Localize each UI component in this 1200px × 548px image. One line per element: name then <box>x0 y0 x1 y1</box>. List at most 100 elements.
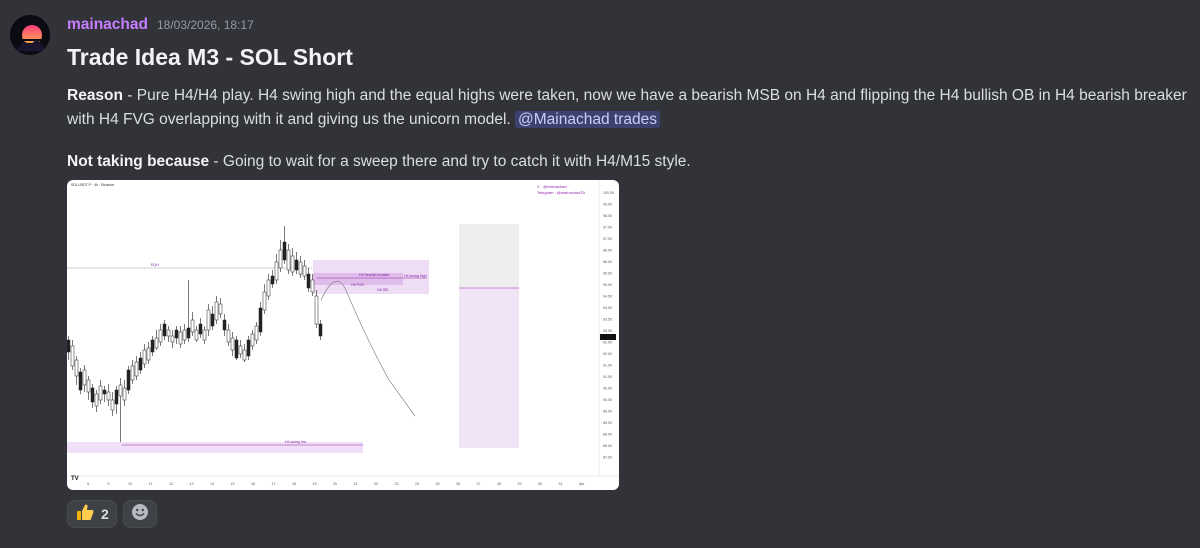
price-tick-label: 92.50 <box>603 341 612 345</box>
candle-body <box>94 393 99 407</box>
candle-body <box>246 339 251 357</box>
candle-body <box>298 261 303 275</box>
tradingview-logo: TV <box>71 476 79 482</box>
chart-layer: 100.00 99.50 98.00 97.50 97.00 96.50 96.00 95.5… <box>67 180 619 486</box>
candle-body <box>186 327 191 339</box>
watermark-handle: X : @mainachad <box>537 184 567 189</box>
candle-body <box>162 323 167 337</box>
time-tick-label: 16 <box>251 482 255 486</box>
candle-body <box>198 323 203 335</box>
candle-body <box>314 295 319 325</box>
candle-body <box>222 319 227 331</box>
time-tick-label: 30 <box>538 482 542 486</box>
price-tick-label: 94.00 <box>603 306 612 310</box>
candle-body <box>206 309 211 331</box>
candle-body <box>134 361 139 377</box>
price-tick-label: 93.00 <box>603 329 612 333</box>
price-tick-label: 93.50 <box>603 318 612 322</box>
candle-body <box>266 279 271 297</box>
candle-body <box>98 385 103 401</box>
time-tick-label: Apr <box>579 482 585 486</box>
candle-body <box>86 379 91 393</box>
time-tick-label: 15 <box>231 482 235 486</box>
candle-body <box>286 249 291 271</box>
candle-body <box>210 313 215 327</box>
chart-attachment[interactable]: 100.00 99.50 98.00 97.50 97.00 96.50 96.00 95.5… <box>67 180 619 490</box>
candle-body <box>230 337 235 351</box>
reason-paragraph: Reason - Pure H4/H4 play. H4 swing high … <box>67 84 1195 132</box>
candle-body <box>110 399 115 411</box>
not-taking-label: Not taking because <box>67 153 210 170</box>
price-tick-label: 98.00 <box>603 214 612 218</box>
candle-body <box>238 345 243 355</box>
avatar[interactable] <box>10 15 50 55</box>
price-tick-label: 89.50 <box>603 410 612 414</box>
time-tick-label: 9 <box>108 482 110 486</box>
reason-label: Reason <box>67 87 123 104</box>
candle-body <box>166 329 171 337</box>
candle-body <box>310 279 315 293</box>
candle-body <box>178 331 183 345</box>
price-tick-label: 95.50 <box>603 272 612 276</box>
time-tick-label: 27 <box>477 482 481 486</box>
chart-image: 100.00 99.50 98.00 97.50 97.00 96.50 96.00 95.5… <box>67 180 619 486</box>
candle-body <box>82 369 87 386</box>
projection-path <box>320 280 416 417</box>
price-tick-label: 91.50 <box>603 364 612 368</box>
time-tick-label: 5 <box>87 482 89 486</box>
price-tick-label: 90.50 <box>603 387 612 391</box>
candle-body <box>278 249 283 269</box>
candle-body <box>218 303 223 315</box>
username[interactable]: mainachad <box>67 16 148 34</box>
timestamp[interactable]: 18/03/2026, 18:17 <box>157 18 254 32</box>
candle-body <box>118 384 123 397</box>
reactions-bar: 2 <box>67 500 157 528</box>
thumbs-up-icon <box>75 502 95 527</box>
price-tick-label: 87.50 <box>603 456 612 460</box>
time-tick-label: 21 <box>354 482 358 486</box>
candle-body <box>158 329 163 343</box>
label-h4-ob: H4 OB <box>377 288 388 292</box>
candle-body <box>294 259 299 271</box>
time-tick-label: 20 <box>333 482 337 486</box>
time-tick-label: 28 <box>497 482 501 486</box>
time-tick-label: 14 <box>210 482 214 486</box>
label-h4-swing-high: H4 swing high <box>404 274 427 278</box>
not-taking-text: - Going to wait for a sweep there and tr… <box>209 153 691 170</box>
time-tick-label: 19 <box>313 482 317 486</box>
price-tick-label: 92.00 <box>603 352 612 356</box>
candle-body <box>114 389 119 405</box>
time-tick-label: 26 <box>456 482 460 486</box>
price-tick-label: 96.50 <box>603 249 612 253</box>
smiley-icon <box>131 503 149 526</box>
label-h4-swing-low: H4 swing low <box>285 440 307 444</box>
label-h4-bearish-breaker: H4 bearish breaker <box>359 273 390 277</box>
label-eqh: EQH <box>151 263 159 267</box>
target-bottom-zone <box>459 288 519 448</box>
add-reaction-button[interactable] <box>122 500 157 528</box>
time-tick-label: 10 <box>128 482 132 486</box>
candle-body <box>214 301 219 321</box>
candle-body <box>194 329 199 341</box>
candle-body <box>182 329 187 341</box>
candle-body <box>90 387 95 403</box>
candle-body <box>126 369 131 391</box>
time-tick-label: 17 <box>272 482 276 486</box>
watermark-telegram: Telegram : @mainachadTA <box>537 190 586 195</box>
price-tick-label: 97.50 <box>603 226 612 230</box>
price-tick-label: 94.50 <box>603 295 612 299</box>
price-tick-label: 88.50 <box>603 433 612 437</box>
price-tick-label: 100.00 <box>603 191 614 195</box>
time-tick-label: 24 <box>415 482 419 486</box>
reaction-thumbs-up[interactable]: 2 <box>67 500 117 528</box>
time-tick-label: 18 <box>292 482 296 486</box>
candle-body <box>122 387 127 401</box>
candle-body <box>142 349 147 365</box>
message-header: mainachad 18/03/2026, 18:17 <box>67 16 254 34</box>
candle-body <box>70 345 75 367</box>
candle-body <box>250 333 255 347</box>
candle-body <box>202 329 207 341</box>
symbol-line: SOLUSDT.P · 4h · Binance <box>71 183 114 187</box>
candle-body <box>254 325 259 341</box>
mention-link[interactable]: @Mainachad trades <box>515 111 660 128</box>
